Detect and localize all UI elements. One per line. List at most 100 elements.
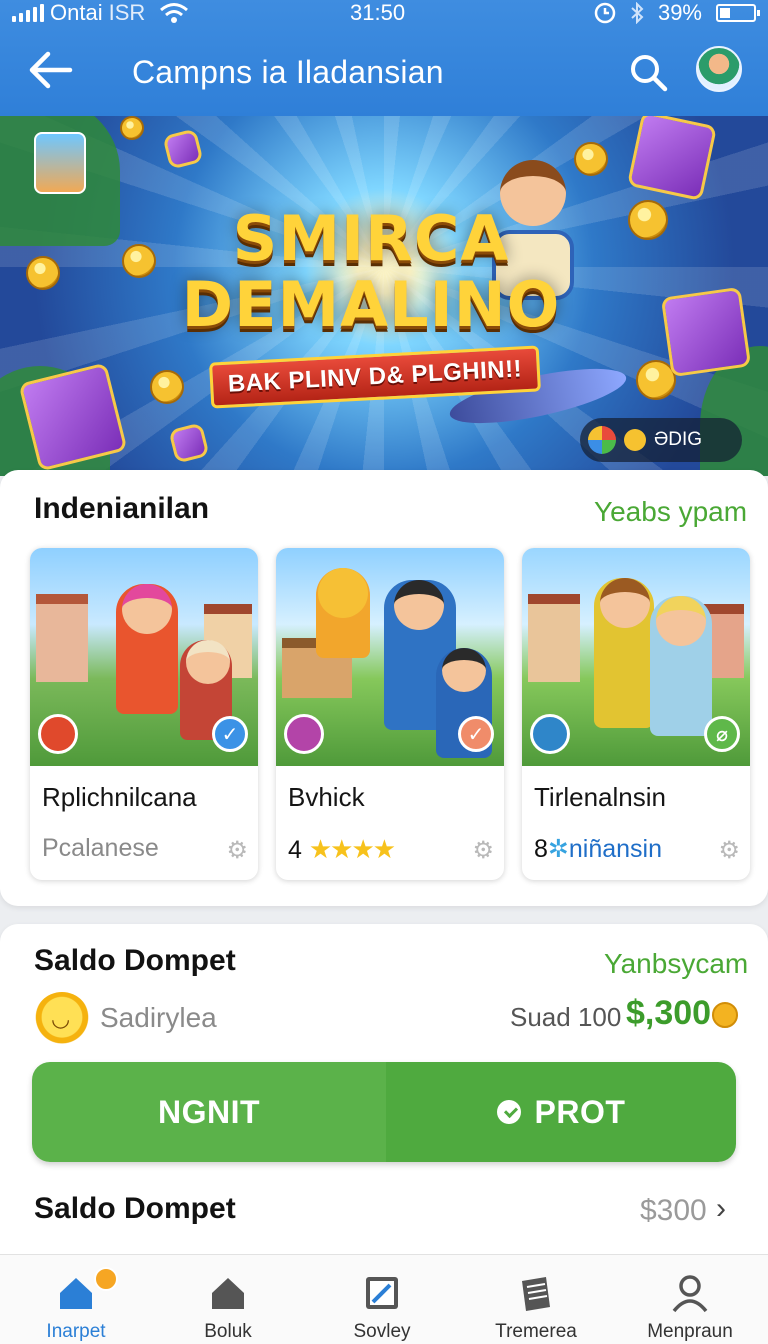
banner-title-line1: SMIRCA (232, 202, 510, 275)
notification-dot (94, 1267, 118, 1291)
promo-banner[interactable]: SMIRCA DEMALINO BAK PLINV D& PLGHIN!! ƏD… (0, 116, 768, 476)
nav-item-sovley[interactable]: Sovley (306, 1255, 458, 1344)
game-logo-icon (530, 714, 570, 754)
character (650, 596, 712, 736)
game-card-subtitle: Pcalanese (42, 834, 159, 862)
alarm-icon (594, 2, 616, 24)
emoji-icon (624, 429, 646, 451)
game-card-name: Rplichnilcana (42, 782, 197, 812)
document-icon (522, 1277, 550, 1311)
sun-emoji-icon (34, 992, 90, 1048)
nav-item-tremerea[interactable]: Tremerea (460, 1255, 612, 1344)
status-left: Ontai ISR (12, 0, 189, 26)
banner-title-line2: DEMALINO (181, 268, 561, 341)
wallet-title: Saldo Dompet (34, 944, 236, 977)
banner-title: SMIRCA DEMALINO (176, 206, 566, 338)
profile-icon (672, 1275, 708, 1313)
carrier-extra: ISR (108, 0, 146, 25)
wallet-amount: $,300 (626, 994, 712, 1032)
character (594, 578, 654, 728)
bottom-navigation: Inarpet Boluk Sovley Tremerea Menpraun (0, 1254, 768, 1344)
game-logo-icon (38, 714, 78, 754)
game-card-image: ⌀ (522, 548, 750, 766)
nav-item-home[interactable]: Inarpet (0, 1255, 152, 1344)
gear-icon[interactable]: ⚙ (472, 836, 494, 865)
home-icon (60, 1278, 92, 1309)
wallet-row-label: Sadirylea (100, 1002, 217, 1033)
nav-item-boluk[interactable]: Boluk (152, 1255, 304, 1344)
game-logo-icon (284, 714, 324, 754)
banner-badge-text: ƏDIG (654, 429, 703, 450)
game-card[interactable]: ⌀ Tirlenalnsin 8✲niñansin ⚙ (522, 548, 750, 880)
gear-icon[interactable]: ⚙ (226, 836, 248, 865)
wallet-section: Saldo Dompet Yanbsycam Sadirylea Suad 10… (0, 924, 768, 1264)
nav-item-menpraun[interactable]: Menpraun (614, 1255, 766, 1344)
battery-icon (716, 4, 760, 22)
user-avatar[interactable] (696, 46, 742, 92)
ngnit-button[interactable]: NGNIT (32, 1062, 386, 1162)
check-circle-icon (496, 1100, 521, 1124)
star-rating-icon: ★★★★ (308, 834, 396, 864)
game-card-image: ✓ (30, 548, 258, 766)
chevron-right-icon[interactable]: › (716, 1192, 726, 1226)
app-header: Ontai ISR 31:50 39% Campns ia Iladansian (0, 0, 768, 116)
game-card-name: Bvhick (288, 782, 365, 812)
game-thumbnail[interactable] (34, 132, 86, 194)
game-card-name: Tirlenalnsin (534, 782, 666, 812)
character (116, 584, 178, 714)
nav-label: Boluk (204, 1321, 252, 1342)
battery-percent: 39% (657, 0, 702, 25)
wallet-row2-amount: $300 (640, 1194, 707, 1227)
checkmark-icon: ✓ (458, 716, 494, 752)
building (36, 594, 88, 682)
nav-label: Inarpet (46, 1321, 106, 1342)
wallet-row2-title: Saldo Dompet (34, 1192, 236, 1225)
bluetooth-icon (631, 2, 644, 24)
gift-cube-icon (660, 286, 752, 378)
game-card-image: ✓ (276, 548, 504, 766)
nav-label: Sovley (353, 1321, 411, 1342)
checkmark-icon: ✓ (212, 716, 248, 752)
character (316, 568, 370, 658)
nav-label: Menpraun (647, 1321, 733, 1342)
coin-icon (26, 256, 60, 290)
back-arrow-icon[interactable] (28, 50, 74, 90)
page-title: Campns ia Iladansian (132, 54, 444, 90)
game-card-rating: 4 ★★★★ (288, 834, 396, 865)
games-section-title: Indenianilan (34, 492, 210, 525)
player-label: niñansin (568, 835, 662, 863)
edit-icon (366, 1277, 398, 1309)
nav-label: Tremerea (495, 1321, 577, 1342)
signal-icon (12, 4, 44, 22)
game-card[interactable]: ✓ Rplichnilcana Pcalanese ⚙ (30, 548, 258, 880)
prot-button[interactable]: PROT (386, 1062, 736, 1162)
status-time: 31:50 (350, 0, 406, 25)
coin-icon (628, 200, 668, 240)
wifi-icon (160, 3, 189, 23)
player-count: 8 (534, 835, 548, 863)
gem-icon: ✲ (547, 835, 569, 863)
coin-icon (122, 244, 156, 278)
games-see-all-link[interactable]: Yeabs ypam (594, 496, 747, 528)
gear-icon[interactable]: ⚙ (718, 836, 740, 865)
wallet-link[interactable]: Yanbsycam (604, 948, 748, 980)
wallet-amount-label: Suad 100 (510, 1002, 622, 1032)
banner-badge[interactable]: ƏDIG (580, 418, 742, 462)
rating-count: 4 (288, 836, 302, 864)
game-card[interactable]: ✓ Bvhick 4 ★★★★ ⚙ (276, 548, 504, 880)
wallet-action-buttons: NGNIT PROT (32, 1062, 736, 1162)
games-section: Indenianilan Yeabs ypam ✓ Rplichnilcana … (0, 470, 768, 906)
house-icon (212, 1278, 244, 1309)
link-icon: ⌀ (704, 716, 740, 752)
carrier-name: Ontai (50, 0, 103, 25)
search-icon[interactable] (628, 52, 668, 92)
gift-cube-icon (626, 116, 718, 202)
status-right: 39% (594, 0, 760, 26)
coin-icon (150, 370, 184, 404)
game-card-subtitle: 8✲niñansin (534, 834, 662, 864)
coin-icon (712, 1002, 738, 1028)
status-bar: Ontai ISR 31:50 39% (0, 0, 768, 28)
coin-icon (120, 116, 144, 140)
prot-button-label: PROT (534, 1093, 626, 1130)
building (528, 594, 580, 682)
